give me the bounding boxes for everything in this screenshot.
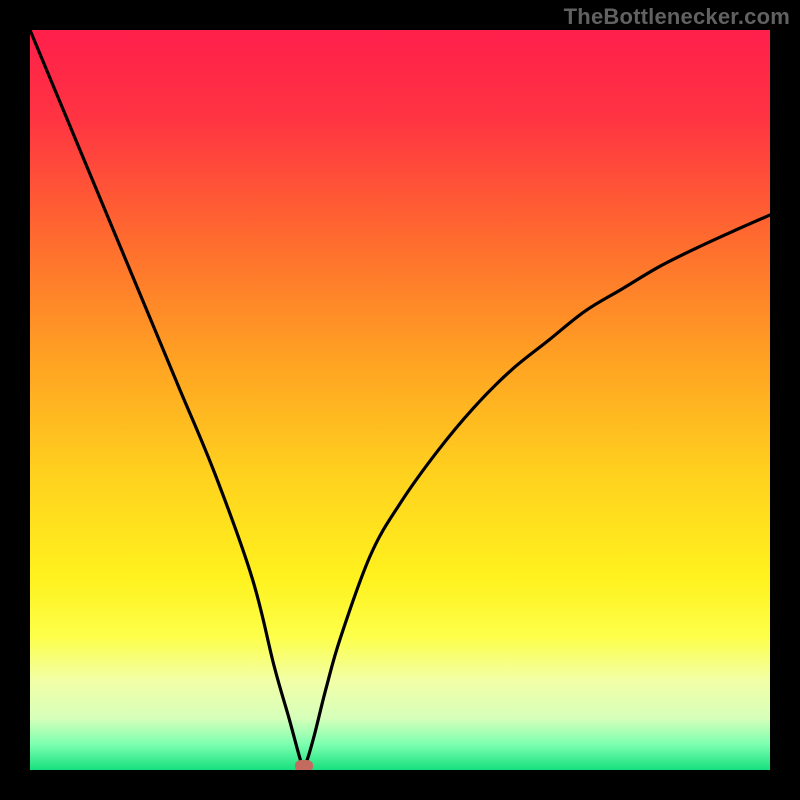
bottleneck-curve bbox=[30, 30, 770, 770]
optimal-point-marker bbox=[295, 760, 313, 770]
chart-frame: TheBottlenecker.com bbox=[0, 0, 800, 800]
watermark-text: TheBottlenecker.com bbox=[564, 4, 790, 30]
plot-area bbox=[30, 30, 770, 770]
